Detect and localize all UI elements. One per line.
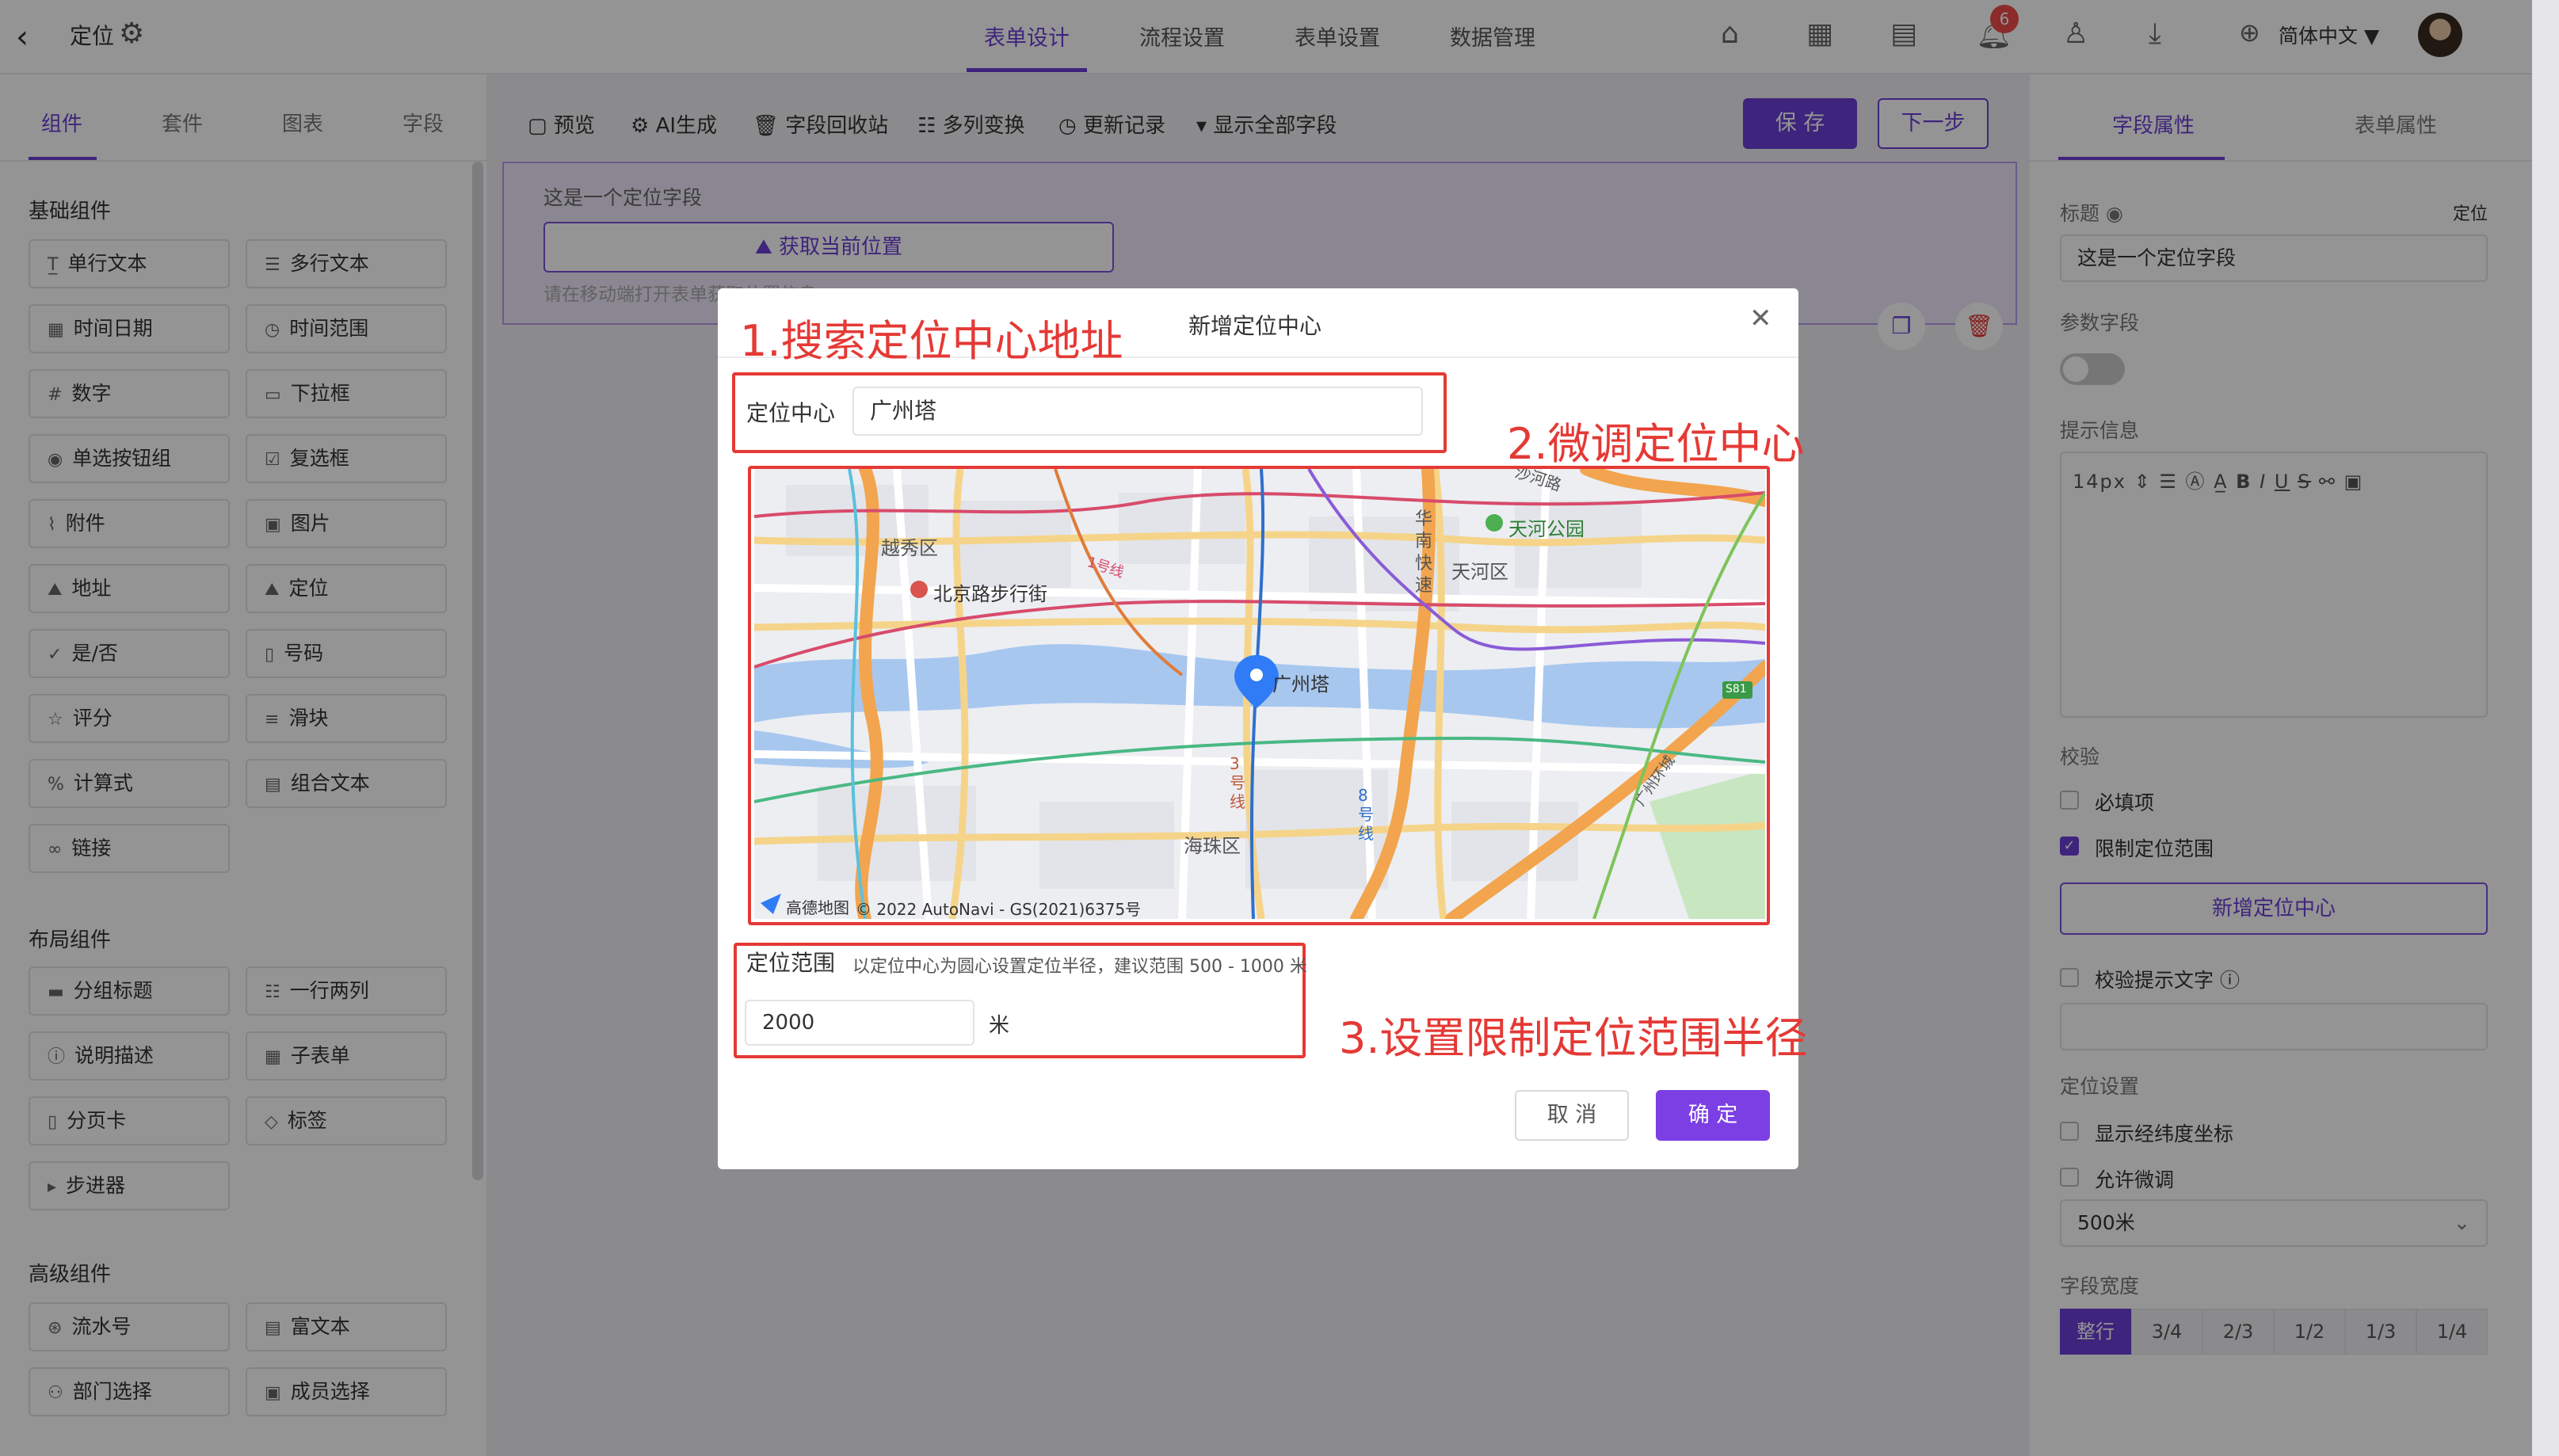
dialog-title: 新增定位中心	[1188, 313, 1322, 339]
annotation-box-map	[748, 466, 1770, 925]
center-search-input[interactable]: 广州塔	[852, 387, 1423, 436]
center-label: 定位中心	[746, 400, 836, 426]
annotation-step1: 1.搜索定位中心地址	[740, 316, 1123, 366]
cancel-button[interactable]: 取 消	[1515, 1090, 1629, 1141]
close-icon[interactable]: ✕	[1749, 303, 1772, 334]
range-unit: 米	[989, 1014, 1010, 1038]
range-hint: 以定位中心为圆心设置定位半径，建议范围 500 - 1000 米	[852, 957, 1307, 977]
annotation-step3: 3.设置限制定位范围半径	[1339, 1013, 1808, 1063]
annotation-step2: 2.微调定位中心	[1507, 419, 1805, 469]
range-label: 定位范围	[746, 950, 836, 976]
confirm-button[interactable]: 确 定	[1656, 1090, 1770, 1141]
range-radius-input[interactable]: 2000	[745, 1000, 974, 1046]
window-scrollbar[interactable]	[2532, 0, 2559, 1456]
